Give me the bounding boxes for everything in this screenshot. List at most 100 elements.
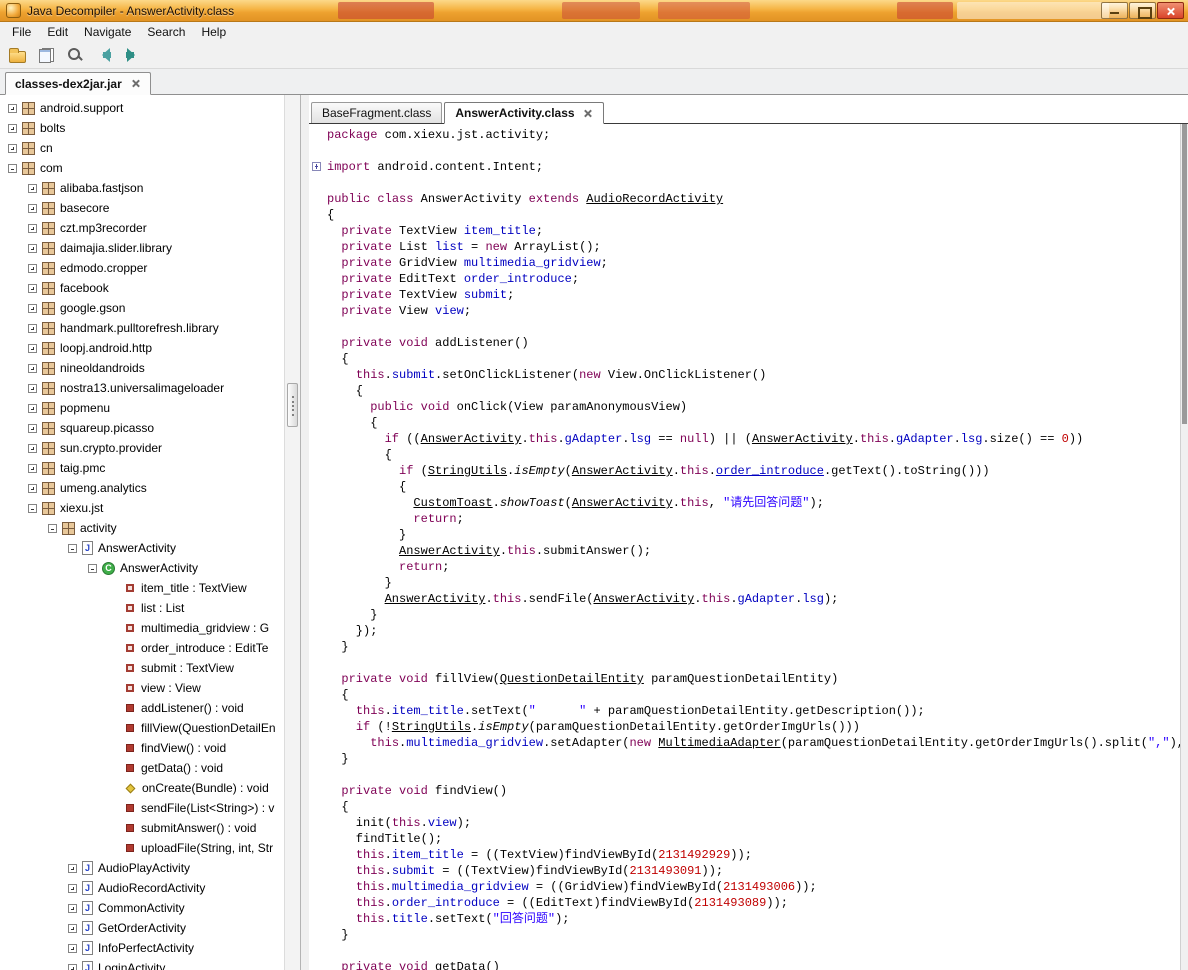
menu-item-edit[interactable]: Edit: [39, 23, 76, 41]
collapse-icon[interactable]: [8, 164, 17, 173]
tree-item[interactable]: submitAnswer() : void: [0, 818, 284, 838]
close-icon[interactable]: [130, 78, 141, 89]
minimize-button[interactable]: [1101, 2, 1128, 19]
code-link[interactable]: AnswerActivity: [421, 432, 522, 446]
expand-icon[interactable]: [68, 924, 77, 933]
tree-item[interactable]: basecore: [0, 198, 284, 218]
tree-item[interactable]: findView() : void: [0, 738, 284, 758]
expand-icon[interactable]: [28, 324, 37, 333]
tree-item[interactable]: alibaba.fastjson: [0, 178, 284, 198]
tree-item[interactable]: com: [0, 158, 284, 178]
tree-item[interactable]: xiexu.jst: [0, 498, 284, 518]
maximize-button[interactable]: [1129, 2, 1156, 19]
collapse-icon[interactable]: [68, 544, 77, 553]
expand-icon[interactable]: [8, 144, 17, 153]
code-link[interactable]: order_introduce: [716, 464, 824, 478]
tree-item[interactable]: view : View: [0, 678, 284, 698]
menu-item-help[interactable]: Help: [193, 23, 234, 41]
code-link[interactable]: AnswerActivity: [752, 432, 853, 446]
menu-item-search[interactable]: Search: [139, 23, 193, 41]
tree-scrollbar[interactable]: [284, 95, 300, 970]
tree-item[interactable]: JGetOrderActivity: [0, 918, 284, 938]
tree-item[interactable]: JLoginActivity: [0, 958, 284, 970]
expand-icon[interactable]: [68, 904, 77, 913]
code-link[interactable]: AnswerActivity: [385, 592, 486, 606]
collapse-icon[interactable]: [48, 524, 57, 533]
tree-item[interactable]: JCommonActivity: [0, 898, 284, 918]
navigate-back-button[interactable]: [91, 44, 117, 67]
tree-item[interactable]: sendFile(List<String>) : v: [0, 798, 284, 818]
tree-item[interactable]: JAudioRecordActivity: [0, 878, 284, 898]
title-bar[interactable]: Java Decompiler - AnswerActivity.class: [0, 0, 1188, 22]
open-jar-button[interactable]: [4, 44, 30, 67]
expand-icon[interactable]: [28, 364, 37, 373]
navigate-forward-button[interactable]: [120, 44, 146, 67]
tree-item[interactable]: fillView(QuestionDetailEn: [0, 718, 284, 738]
tree-item[interactable]: list : List: [0, 598, 284, 618]
save-all-sources-button[interactable]: [33, 44, 59, 67]
tree-item[interactable]: loopj.android.http: [0, 338, 284, 358]
fold-expand-icon[interactable]: [312, 162, 321, 171]
expand-icon[interactable]: [28, 184, 37, 193]
menu-item-navigate[interactable]: Navigate: [76, 23, 139, 41]
tree-item[interactable]: facebook: [0, 278, 284, 298]
tree-item[interactable]: google.gson: [0, 298, 284, 318]
tree-item[interactable]: JAudioPlayActivity: [0, 858, 284, 878]
tree-item[interactable]: uploadFile(String, int, Str: [0, 838, 284, 858]
expand-icon[interactable]: [68, 864, 77, 873]
tree-item[interactable]: nostra13.universalimageloader: [0, 378, 284, 398]
code-scrollbar[interactable]: [1180, 124, 1188, 970]
tree-item[interactable]: cn: [0, 138, 284, 158]
tree-item[interactable]: item_title : TextView: [0, 578, 284, 598]
tree-item[interactable]: nineoldandroids: [0, 358, 284, 378]
collapse-icon[interactable]: [88, 564, 97, 573]
expand-icon[interactable]: [8, 104, 17, 113]
expand-icon[interactable]: [28, 444, 37, 453]
tree-item[interactable]: handmark.pulltorefresh.library: [0, 318, 284, 338]
expand-icon[interactable]: [28, 424, 37, 433]
expand-icon[interactable]: [68, 944, 77, 953]
code-link[interactable]: AnswerActivity: [593, 592, 694, 606]
editor-tab-answeractivity-class[interactable]: AnswerActivity.class: [444, 102, 603, 124]
panel-splitter[interactable]: [301, 95, 309, 970]
close-icon[interactable]: [582, 108, 593, 119]
tree-item[interactable]: squareup.picasso: [0, 418, 284, 438]
scrollbar-thumb[interactable]: [287, 383, 298, 427]
tree-item[interactable]: edmodo.cropper: [0, 258, 284, 278]
jar-tab[interactable]: classes-dex2jar.jar: [5, 72, 151, 95]
expand-icon[interactable]: [28, 264, 37, 273]
code-link[interactable]: CustomToast: [413, 496, 492, 510]
tree-item[interactable]: submit : TextView: [0, 658, 284, 678]
tree-item[interactable]: taig.pmc: [0, 458, 284, 478]
package-tree[interactable]: android.supportboltscncomalibaba.fastjso…: [0, 95, 284, 970]
code-link[interactable]: AudioRecordActivity: [586, 192, 723, 206]
expand-icon[interactable]: [28, 464, 37, 473]
code-link[interactable]: AnswerActivity: [399, 544, 500, 558]
code-link[interactable]: AnswerActivity: [572, 464, 673, 478]
tree-item[interactable]: daimajia.slider.library: [0, 238, 284, 258]
tree-item[interactable]: addListener() : void: [0, 698, 284, 718]
tree-item[interactable]: sun.crypto.provider: [0, 438, 284, 458]
code-link[interactable]: StringUtils: [428, 464, 507, 478]
expand-icon[interactable]: [28, 204, 37, 213]
code-link[interactable]: StringUtils: [392, 720, 471, 734]
code-view[interactable]: package com.xiexu.jst.activity; import a…: [309, 124, 1188, 970]
expand-icon[interactable]: [28, 344, 37, 353]
tree-item[interactable]: czt.mp3recorder: [0, 218, 284, 238]
expand-icon[interactable]: [8, 124, 17, 133]
code-link[interactable]: AnswerActivity: [572, 496, 673, 510]
search-button[interactable]: [62, 44, 88, 67]
expand-icon[interactable]: [68, 884, 77, 893]
expand-icon[interactable]: [28, 244, 37, 253]
tree-item[interactable]: android.support: [0, 98, 284, 118]
tree-item[interactable]: JAnswerActivity: [0, 538, 284, 558]
expand-icon[interactable]: [28, 384, 37, 393]
tree-item[interactable]: onCreate(Bundle) : void: [0, 778, 284, 798]
tree-item[interactable]: CAnswerActivity: [0, 558, 284, 578]
tree-item[interactable]: order_introduce : EditTe: [0, 638, 284, 658]
tree-item[interactable]: umeng.analytics: [0, 478, 284, 498]
code-link[interactable]: QuestionDetailEntity: [500, 672, 644, 686]
tree-item[interactable]: bolts: [0, 118, 284, 138]
expand-icon[interactable]: [28, 304, 37, 313]
tree-item[interactable]: activity: [0, 518, 284, 538]
